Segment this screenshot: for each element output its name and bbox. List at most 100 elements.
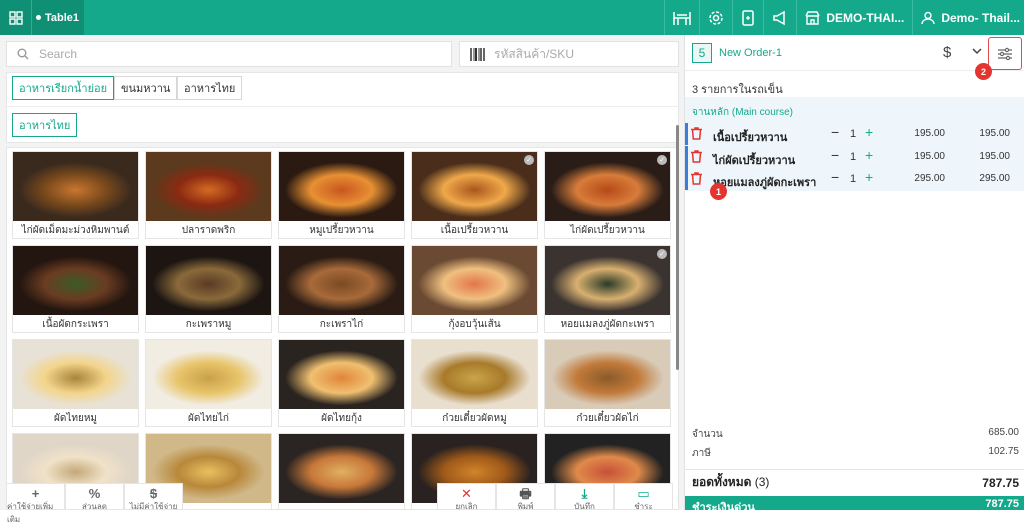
minus-icon[interactable]: − <box>831 147 839 163</box>
product-card[interactable]: ✓ เนื้อเปรี้ยวหวาน <box>411 151 538 239</box>
apps-grid-button[interactable] <box>0 0 31 35</box>
item-total: 195.00 <box>979 150 1010 162</box>
tab-table1[interactable]: Table1 <box>31 0 84 35</box>
product-card[interactable]: ผัดไทยกุ้ง <box>278 339 405 427</box>
product-card[interactable]: ผัดไทยไก่ <box>145 339 272 427</box>
cancel-button[interactable]: ✕ ยกเลิก <box>437 483 496 511</box>
no-dollar-icon: $ <box>149 486 158 501</box>
quick-pay-total: 787.75 <box>985 498 1019 510</box>
product-card[interactable]: ก๋วยเตี๋ยวผัดหมู <box>411 339 538 427</box>
item-price: 195.00 <box>914 150 945 162</box>
barcode-icon <box>470 47 485 61</box>
category-label: อาหารเรียกน้ำย่อย <box>19 83 108 95</box>
store-selector[interactable]: DEMO-THAI... <box>796 0 912 35</box>
no-charge-button[interactable]: $ ไม่มีค่าใช้จ่าย <box>124 483 183 511</box>
product-photo <box>545 152 670 221</box>
megaphone-icon <box>773 10 786 25</box>
store-icon <box>805 10 820 25</box>
tax-row: ภาษี 102.75 <box>692 446 1019 461</box>
product-label: ผัดไทยกุ้ง <box>321 412 362 424</box>
quick-pay-button[interactable]: ชำระเงินด่วน 787.75 <box>685 496 1024 510</box>
plus-icon[interactable]: + <box>865 169 873 185</box>
order-number-badge[interactable]: 5 <box>692 43 712 63</box>
product-card[interactable]: ไก่ผัดเม็ดมะม่วงหิมพานต์ <box>12 151 139 239</box>
printer-icon: 🖶 <box>519 486 532 501</box>
subtotal-value: 685.00 <box>988 427 1019 438</box>
filter-settings-button[interactable] <box>988 37 1022 70</box>
discount-button[interactable]: % ส่วนลด <box>65 483 124 511</box>
table-layout-button[interactable] <box>664 0 699 35</box>
plus-icon[interactable]: + <box>865 147 873 163</box>
product-scrollbar[interactable] <box>676 125 679 370</box>
subcategory-tab-thai-food[interactable]: อาหารไทย <box>12 113 78 137</box>
product-card[interactable]: กุ้งอบวุ้นเส้น <box>411 245 538 333</box>
item-total: 295.00 <box>979 173 1010 184</box>
active-dot-icon <box>36 15 41 20</box>
grand-total-row: ยอดทั้งหมด (3) 787.75 <box>685 469 1024 495</box>
print-label: พิมพ์ <box>517 502 534 511</box>
settings-button[interactable] <box>699 0 732 35</box>
search-input[interactable]: Search <box>6 41 452 67</box>
product-card[interactable]: หมูเปรี้ยวหวาน <box>278 151 405 239</box>
announce-button[interactable] <box>763 0 796 35</box>
extra-charge-button[interactable]: + ค่าใช้จ่ายเพิ่มเติม <box>6 483 65 524</box>
order-item-row[interactable]: หอยแมลงภู่ผัดกะเพรา −1 +295.00 295.00 <box>685 168 1024 190</box>
plus-icon[interactable]: + <box>865 124 873 140</box>
discount-label: ส่วนลด <box>82 502 107 511</box>
product-card[interactable]: ก๋วยเตี๋ยวผัดไก่ <box>544 339 671 427</box>
product-card[interactable]: ✓ ไก่ผัดเปรี้ยวหวาน <box>544 151 671 239</box>
product-card[interactable]: เนื้อผัดกระเพรา <box>12 245 139 333</box>
trash-icon[interactable] <box>691 172 702 185</box>
tax-value: 102.75 <box>988 446 1019 457</box>
product-card[interactable]: กะเพราหมู <box>145 245 272 333</box>
order-name[interactable]: New Order-1 <box>719 47 782 59</box>
trash-icon[interactable] <box>691 127 702 140</box>
save-button[interactable]: ⤓ บันทึก <box>555 483 614 511</box>
item-qty: 1 <box>850 150 857 163</box>
product-card[interactable]: กะเพราไก่ <box>278 245 405 333</box>
device-button[interactable] <box>732 0 763 35</box>
order-panel: 5 New Order-1 $ 2 3 รายการในรถเข็น จานหล… <box>684 35 1024 510</box>
minus-icon[interactable]: − <box>831 169 839 185</box>
subtotal-label: จำนวน <box>692 429 723 440</box>
product-photo <box>412 246 537 315</box>
plus-icon: + <box>31 486 40 501</box>
product-label: ไก่ผัดเม็ดมะม่วงหิมพานต์ <box>21 224 130 236</box>
user-menu[interactable]: Demo- Thail... <box>912 0 1024 35</box>
item-qty: 1 <box>850 128 857 140</box>
save-label: บันทึก <box>574 502 595 511</box>
gear-icon <box>709 10 724 25</box>
product-label: ปลาราดพริก <box>181 224 236 236</box>
item-qty: 1 <box>850 173 857 185</box>
chevron-down-icon[interactable] <box>972 46 982 58</box>
product-label <box>279 503 404 509</box>
category-tab-dessert[interactable]: ขนมหวาน <box>114 76 178 100</box>
currency-button[interactable]: $ <box>943 44 951 61</box>
item-total: 195.00 <box>979 128 1010 139</box>
item-price: 195.00 <box>914 128 945 139</box>
product-card[interactable]: ปลาราดพริก <box>145 151 272 239</box>
product-photo <box>13 152 138 221</box>
category-tab-thai-food[interactable]: อาหารไทย <box>177 76 243 100</box>
category-filter: อาหารเรียกน้ำย่อย ขนมหวาน อาหารไทย อาหาร… <box>6 72 679 143</box>
product-photo <box>412 340 537 409</box>
product-card[interactable]: ✓ หอยแมลงภู่ผัดกะเพรา <box>544 245 671 333</box>
table-icon <box>673 11 692 25</box>
cart-count: 3 รายการในรถเข็น <box>692 84 783 96</box>
minus-icon[interactable]: − <box>831 124 839 140</box>
close-icon: ✕ <box>461 486 472 501</box>
grand-total-value: 787.75 <box>982 475 1019 490</box>
tab-label: Table1 <box>45 11 80 24</box>
product-card[interactable]: ผัดไทยหมู <box>12 339 139 427</box>
order-item-row[interactable]: ไก่ผัดเปรี้ยวหวาน −1 +195.00 195.00 <box>685 145 1024 168</box>
product-card[interactable] <box>278 433 405 509</box>
product-photo <box>279 246 404 315</box>
sku-input[interactable]: รหัสสินค้า/SKU <box>459 41 679 67</box>
pay-button[interactable]: ▭ ชำระ <box>614 483 673 511</box>
order-item-row[interactable]: เนื้อเปรี้ยวหวาน −1 +195.00 195.00 <box>685 123 1024 145</box>
search-icon <box>17 48 29 60</box>
trash-icon[interactable] <box>691 149 702 163</box>
category-tab-appetizer[interactable]: อาหารเรียกน้ำย่อย <box>12 76 115 100</box>
store-name: DEMO-THAI... <box>826 10 905 25</box>
print-button[interactable]: 🖶 พิมพ์ <box>496 483 555 511</box>
